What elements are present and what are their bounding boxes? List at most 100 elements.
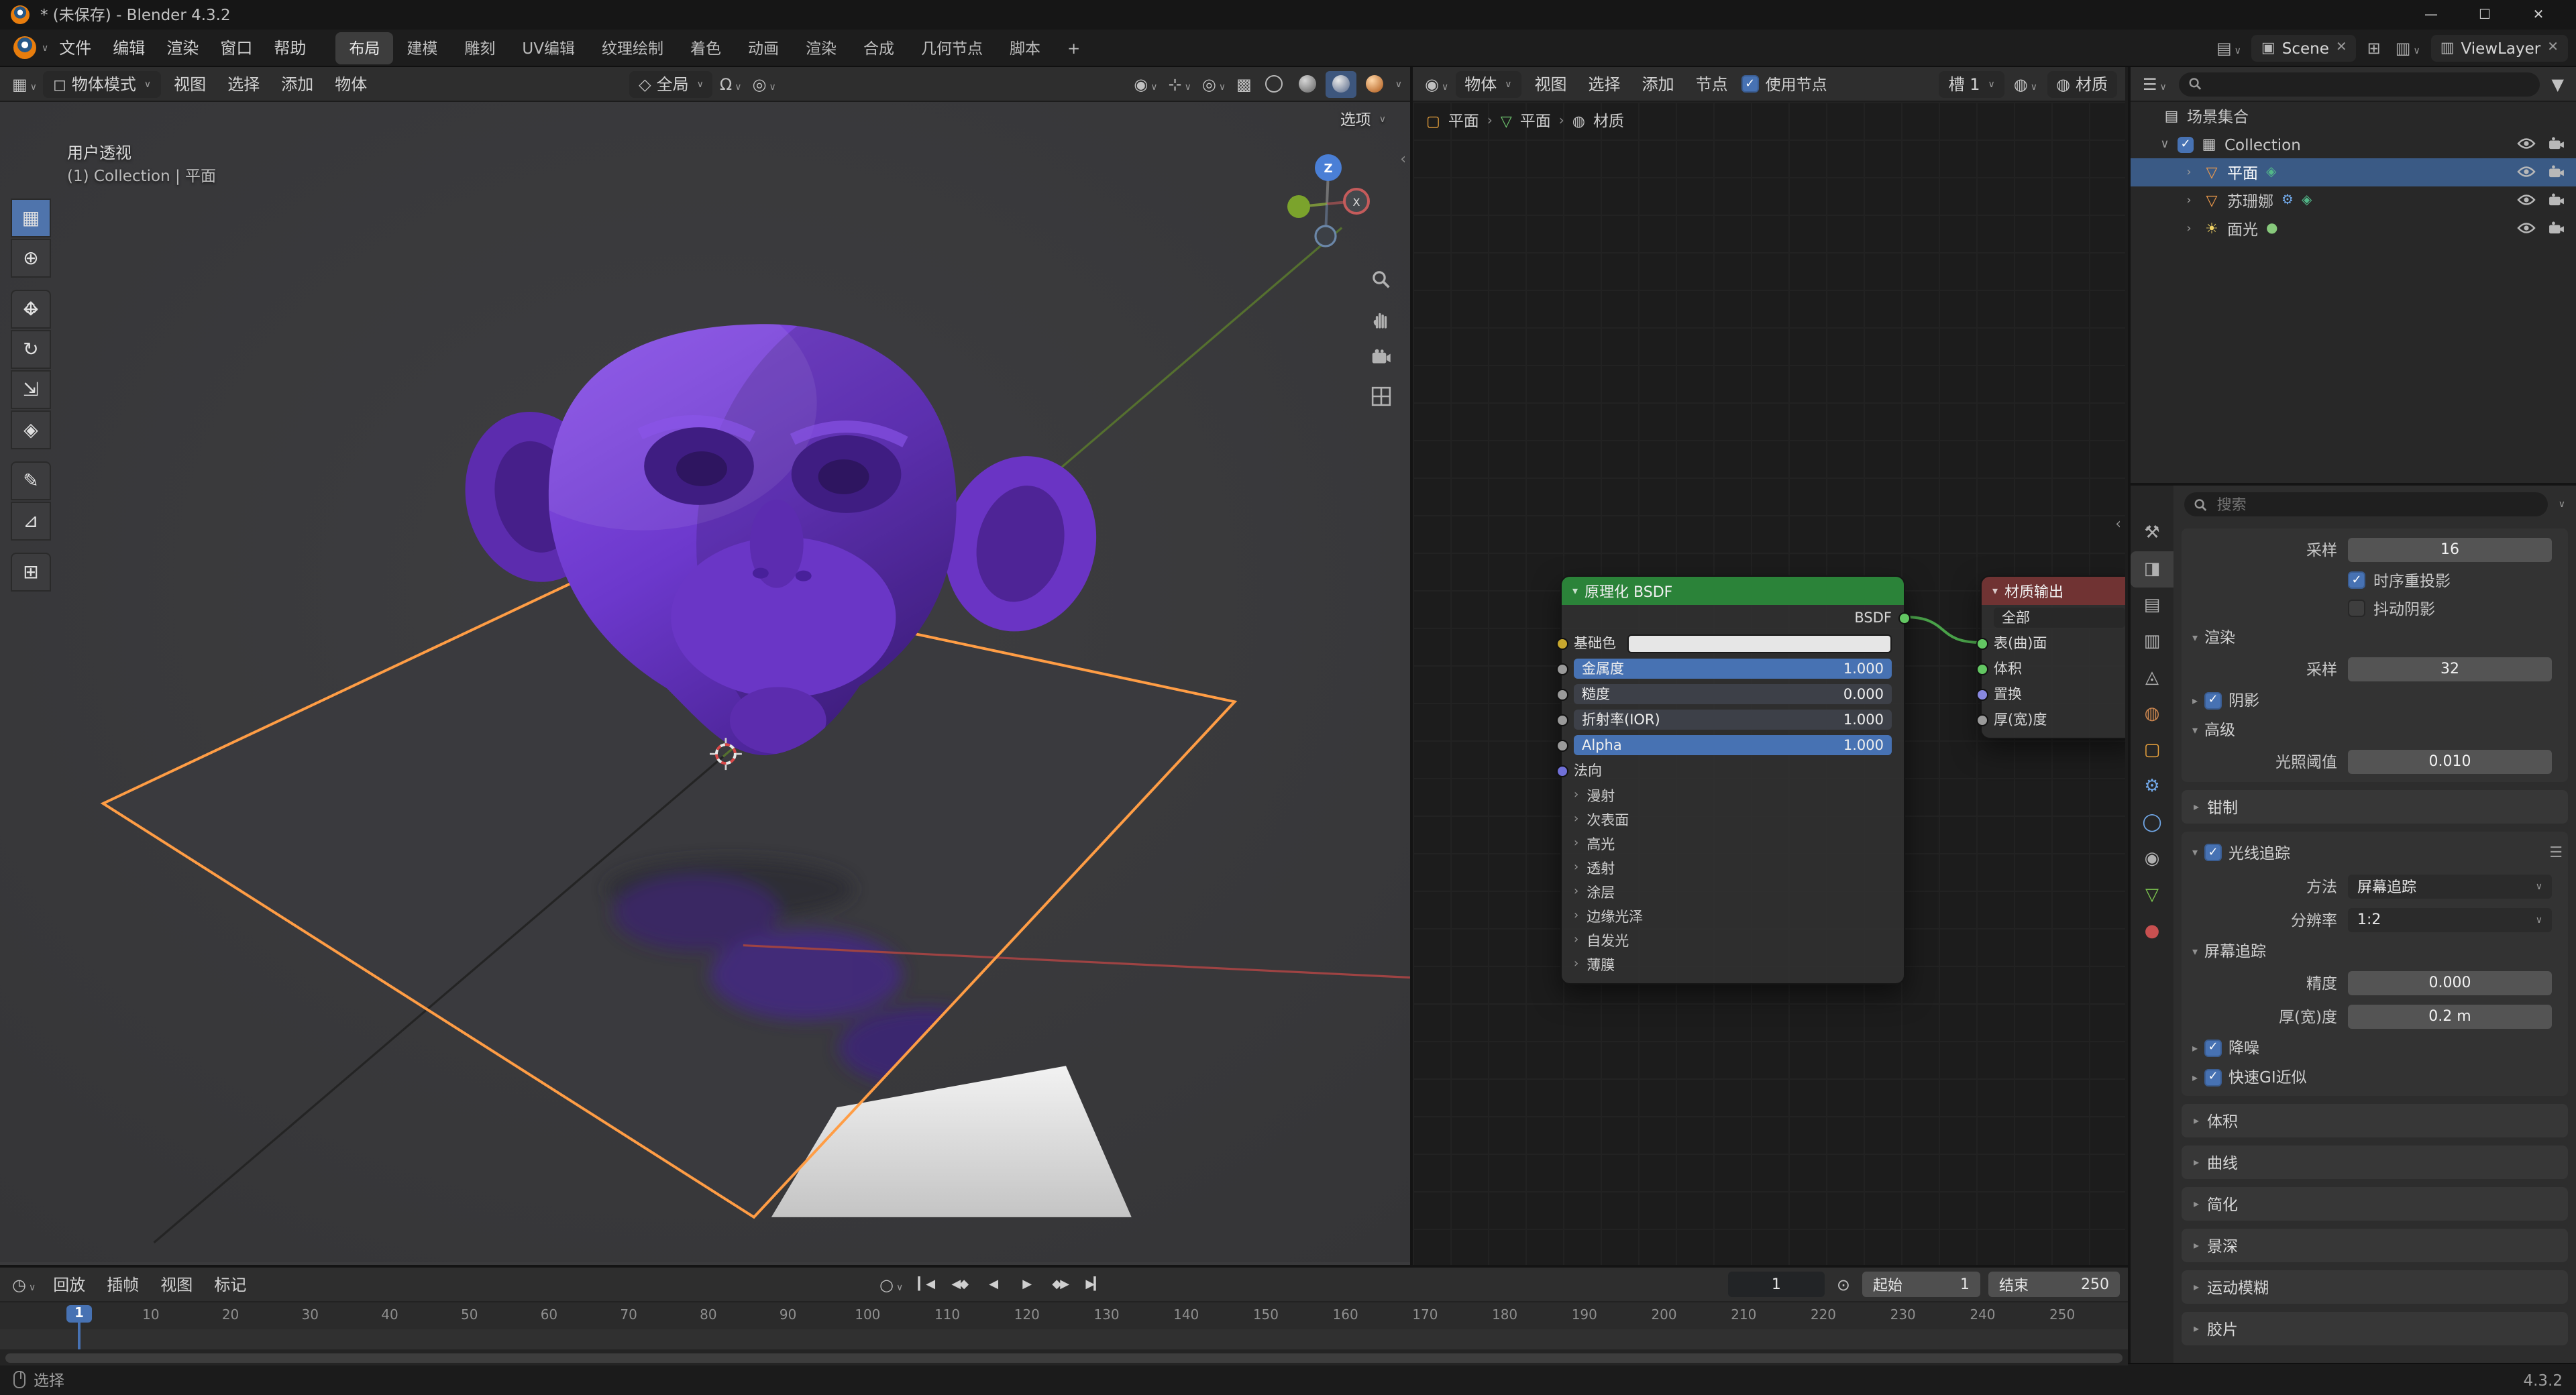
tool-scale[interactable] [11, 370, 51, 409]
use-nodes-checkbox[interactable] [1741, 75, 1759, 93]
workspace-tab[interactable]: 几何节点 [908, 32, 996, 64]
unlink-scene-icon[interactable]: ✕ [2336, 40, 2347, 55]
viewport-canvas[interactable]: 用户透视 (1) Collection | 平面 选项 ∨ ‹ [0, 102, 1410, 1265]
properties-panel-header[interactable]: 景深 [2182, 1229, 2568, 1262]
disclosure-icon[interactable]: › [2182, 166, 2196, 179]
sidebar-collapse-icon[interactable]: ‹ [2115, 515, 2121, 533]
shading-solid-button[interactable] [1292, 70, 1323, 97]
timeline-menu-item[interactable]: 视图 [150, 1269, 203, 1300]
shader-canvas[interactable]: ▢ 平面 › ▽ 平面 › ◍ 材质 [1413, 102, 2125, 1265]
tab-constraints[interactable] [2131, 841, 2174, 877]
shadows-checkbox[interactable] [2204, 691, 2222, 709]
jump-start-button[interactable]: ▎◀ [910, 1271, 942, 1298]
bsdf-panel-header[interactable]: 边缘光泽 [1562, 904, 1904, 928]
auto-keying-icon[interactable]: ○∨ [875, 1275, 907, 1294]
frame-start-field[interactable]: 起始 1 [1862, 1272, 1980, 1297]
tool-cursor[interactable] [11, 239, 51, 278]
properties-panel-header[interactable]: 胶片 [2182, 1312, 2568, 1345]
presets-icon[interactable]: ☰ [2549, 844, 2563, 861]
disable-render-icon[interactable] [2548, 191, 2565, 210]
material-selector[interactable]: ◍ 材质 [2047, 70, 2117, 97]
denoise-checkbox[interactable] [2204, 1039, 2222, 1056]
shading-dropdown-icon[interactable]: ∨ [1395, 78, 1402, 89]
render-samples-field[interactable]: 32 [2348, 657, 2552, 681]
properties-panel-header[interactable]: 简化 [2182, 1187, 2568, 1221]
properties-search[interactable] [2184, 492, 2548, 516]
tab-object[interactable] [2131, 732, 2174, 769]
workspace-tab[interactable]: UV编辑 [508, 32, 588, 64]
properties-search-input[interactable] [2214, 494, 2538, 514]
denoise-subpanel-header[interactable]: 降噪 [2182, 1033, 2568, 1062]
blender-menu-icon[interactable] [13, 36, 36, 59]
play-button[interactable]: ▶ [1010, 1271, 1042, 1298]
material-output-node[interactable]: ▾ 材质输出 全部 [1980, 575, 2125, 739]
editor-type-icon[interactable]: ◷∨ [8, 1275, 40, 1294]
workspace-tab[interactable]: 雕刻 [451, 32, 508, 64]
viewlayer-selector[interactable]: ▥ ViewLayer ✕ [2431, 34, 2568, 61]
render-subpanel-header[interactable]: 渲染 [2182, 622, 2568, 652]
input-socket[interactable] [1556, 739, 1568, 751]
sidebar-collapse-icon[interactable]: ‹ [1400, 150, 1406, 168]
shader-menu-item[interactable]: 添加 [1631, 68, 1685, 99]
value-slider[interactable]: 金属度 1.000 [1574, 659, 1892, 679]
mode-selector[interactable]: ◻ 物体模式 ∨ [44, 70, 160, 97]
viewport-samples-field[interactable]: 16 [2348, 537, 2552, 561]
timeline-ruler[interactable]: 1102030405060708090100110120130140150160… [0, 1302, 2128, 1329]
next-keyframe-button[interactable]: ◆▶ [1044, 1271, 1076, 1298]
pan-hand-icon[interactable] [1367, 304, 1394, 331]
tab-scene[interactable] [2131, 660, 2174, 696]
bsdf-input-row[interactable]: 折射率(IOR) 1.000 折射率(IOR) 折射率(IOR) [1562, 707, 1904, 732]
output-input-row[interactable]: 表(曲)面 [1982, 630, 2125, 656]
editor-type-icon[interactable]: ☰∨ [2139, 74, 2171, 93]
bsdf-input-row[interactable]: 金属度 1.000 金属度 金属度 [1562, 656, 1904, 681]
temporal-reprojection-checkbox[interactable] [2348, 571, 2365, 589]
screen-tracing-subpanel-header[interactable]: 屏幕追踪 [2182, 936, 2568, 966]
browse-scene-icon[interactable]: ▤∨ [2212, 38, 2245, 57]
bsdf-panel-header[interactable]: 高光 [1562, 832, 1904, 856]
viewport-menu-item[interactable]: 物体 [324, 68, 378, 99]
outliner-row[interactable]: ∨ ✓ Collection [2131, 130, 2576, 158]
tab-output[interactable] [2131, 588, 2174, 624]
viewport-menu-item[interactable]: 视图 [163, 68, 217, 99]
gizmo-neg-z-axis[interactable] [1316, 226, 1336, 246]
tab-data[interactable] [2131, 877, 2174, 913]
disable-render-icon[interactable] [2548, 135, 2565, 154]
raytracing-checkbox[interactable] [2204, 844, 2222, 861]
jump-end-button[interactable]: ▶▎ [1077, 1271, 1110, 1298]
target-dropdown[interactable]: 全部 [1994, 608, 2125, 628]
output-input-row[interactable]: 厚(宽)度 [1982, 707, 2125, 732]
gizmo-y-axis[interactable] [1287, 195, 1310, 218]
bsdf-node-header[interactable]: ▾ 原理化 BSDF [1562, 577, 1904, 605]
workspace-tab[interactable]: 纹理绘制 [588, 32, 677, 64]
value-slider[interactable]: Alpha 1.000 [1574, 735, 1892, 755]
outliner-row[interactable]: › ✓ 苏珊娜 [2131, 186, 2576, 215]
workspace-tab[interactable]: 合成 [850, 32, 908, 64]
disclosure-icon[interactable]: › [2182, 194, 2196, 207]
output-node-header[interactable]: ▾ 材质输出 [1982, 577, 2125, 605]
workspace-tab[interactable]: 着色 [677, 32, 735, 64]
tool-move[interactable] [11, 290, 51, 329]
shading-wireframe-button[interactable] [1258, 70, 1289, 97]
timeline-menu-item[interactable]: 插帧 [96, 1269, 150, 1300]
minimize-button[interactable]: — [2404, 0, 2458, 30]
shader-menu-item[interactable]: 选择 [1578, 68, 1631, 99]
tab-tool[interactable] [2131, 515, 2174, 551]
bsdf-panel-header[interactable]: 涂层 [1562, 880, 1904, 904]
jittered-shadows-checkbox[interactable] [2348, 600, 2365, 617]
tab-physics[interactable] [2131, 805, 2174, 841]
tool-annotate[interactable] [11, 461, 51, 500]
hide-viewport-icon[interactable] [2517, 191, 2536, 210]
timeline-menu-item[interactable]: 回放 [42, 1269, 96, 1300]
navigation-gizmo[interactable]: Z X [1271, 150, 1383, 263]
input-socket[interactable] [1976, 637, 1988, 649]
outliner-row[interactable]: › ✓ 平面 [2131, 158, 2576, 186]
slot-selector[interactable]: 槽 1 ∨ [1939, 70, 2004, 97]
playhead-line[interactable] [78, 1320, 80, 1349]
zoom-icon[interactable] [1367, 266, 1394, 292]
method-dropdown[interactable]: 屏幕追踪 ∨ [2348, 874, 2552, 898]
bsdf-input-row[interactable]: Alpha 1.000 Alpha Alpha [1562, 732, 1904, 758]
outliner-search[interactable] [2179, 72, 2540, 96]
fast-gi-subpanel-header[interactable]: 快速GI近似 [2182, 1062, 2568, 1092]
disclosure-icon[interactable]: › [2182, 222, 2196, 235]
close-button[interactable]: ✕ [2512, 0, 2565, 30]
